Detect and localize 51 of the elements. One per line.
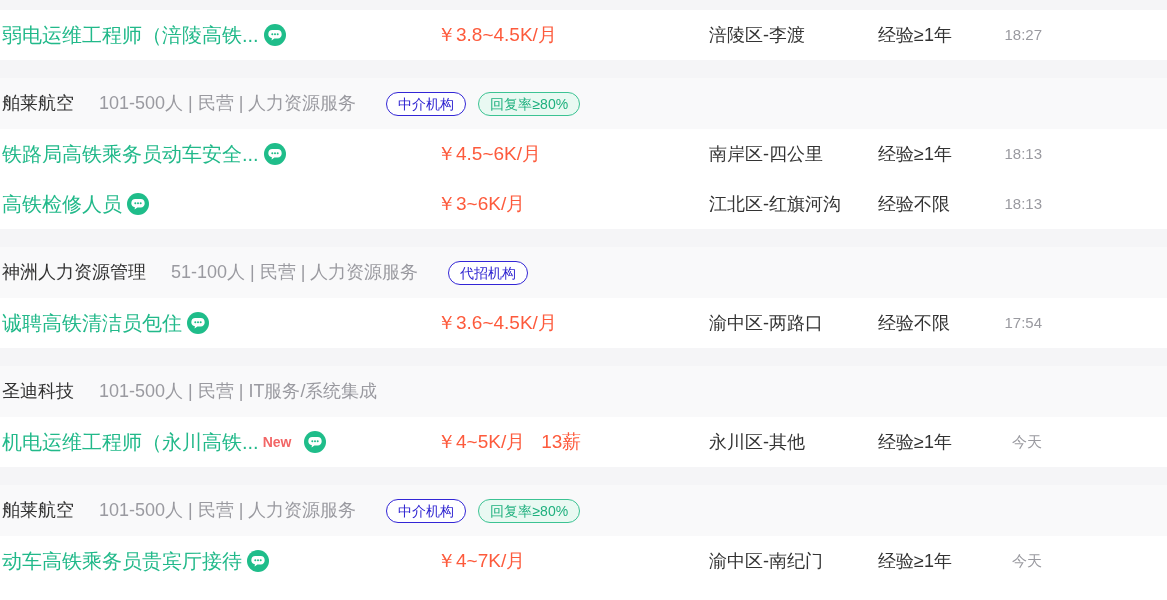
- new-label: New: [262, 432, 292, 452]
- experience-requirement: 经验不限: [878, 193, 950, 214]
- experience-requirement: 经验不限: [878, 312, 950, 333]
- company-info: 101-500人 | 民营 | IT服务/系统集成: [99, 380, 378, 403]
- company-info: 101-500人 | 民营 | 人力资源服务: [99, 499, 357, 522]
- post-time: 18:27: [1004, 24, 1042, 45]
- job-title-link[interactable]: 铁路局高铁乘务员动车安全...: [2, 139, 259, 169]
- experience-requirement: 经验≥1年: [878, 143, 952, 164]
- company-tag: 回复率≥80%: [478, 91, 581, 116]
- chat-bubble-icon[interactable]: [187, 312, 209, 334]
- job-location: 渝中区-两路口: [709, 312, 823, 333]
- company-name[interactable]: 圣迪科技: [2, 378, 74, 405]
- company-name[interactable]: 神洲人力资源管理: [2, 259, 146, 286]
- job-title-link[interactable]: 动车高铁乘务员贵宾厅接待: [2, 546, 242, 576]
- post-time: 今天: [1012, 431, 1042, 452]
- salary-range: ￥4.5~6K/月: [437, 141, 542, 166]
- company-tag: 代招机构: [448, 260, 529, 285]
- job-location: 南岸区-四公里: [709, 143, 823, 164]
- job-title-link[interactable]: 弱电运维工程师（涪陵高铁...: [2, 20, 259, 50]
- company-info: 51-100人 | 民营 | 人力资源服务: [171, 261, 419, 284]
- salary-range: ￥4~5K/月: [437, 429, 526, 454]
- company-tag: 中介机构: [386, 498, 467, 523]
- company-name[interactable]: 舶莱航空: [2, 497, 74, 524]
- experience-requirement: 经验≥1年: [878, 24, 952, 45]
- job-title-link[interactable]: 机电运维工程师（永川高铁...: [2, 427, 259, 457]
- post-time: 今天: [1012, 550, 1042, 571]
- salary-range: ￥3~6K/月: [437, 191, 526, 216]
- company-tag: 中介机构: [386, 91, 467, 116]
- chat-bubble-icon[interactable]: [304, 431, 327, 453]
- salary-range: ￥3.8~4.5K/月: [437, 22, 557, 47]
- job-title-link[interactable]: 诚聘高铁清洁员包住: [2, 308, 182, 338]
- company-name[interactable]: 舶莱航空: [2, 90, 74, 117]
- chat-bubble-icon[interactable]: [263, 24, 286, 46]
- job-location: 渝中区-南纪门: [709, 550, 823, 571]
- chat-bubble-icon[interactable]: [127, 193, 149, 215]
- job-location: 涪陵区-李渡: [709, 24, 805, 45]
- salary-range: ￥3.6~4.5K/月: [437, 310, 557, 335]
- experience-requirement: 经验≥1年: [878, 431, 952, 452]
- chat-bubble-icon[interactable]: [263, 143, 286, 165]
- salary-bonus: 13薪: [541, 429, 582, 454]
- post-time: 18:13: [1004, 193, 1042, 214]
- post-time: 17:54: [1004, 312, 1042, 333]
- salary-range: ￥4~7K/月: [437, 548, 526, 573]
- company-info: 101-500人 | 民营 | 人力资源服务: [99, 92, 357, 115]
- post-time: 18:13: [1004, 143, 1042, 164]
- job-title-link[interactable]: 高铁检修人员: [2, 189, 122, 219]
- company-tag: 回复率≥80%: [478, 498, 581, 523]
- chat-bubble-icon[interactable]: [247, 550, 269, 572]
- job-location: 江北区-红旗河沟: [709, 193, 841, 214]
- job-location: 永川区-其他: [709, 431, 805, 452]
- experience-requirement: 经验≥1年: [878, 550, 952, 571]
